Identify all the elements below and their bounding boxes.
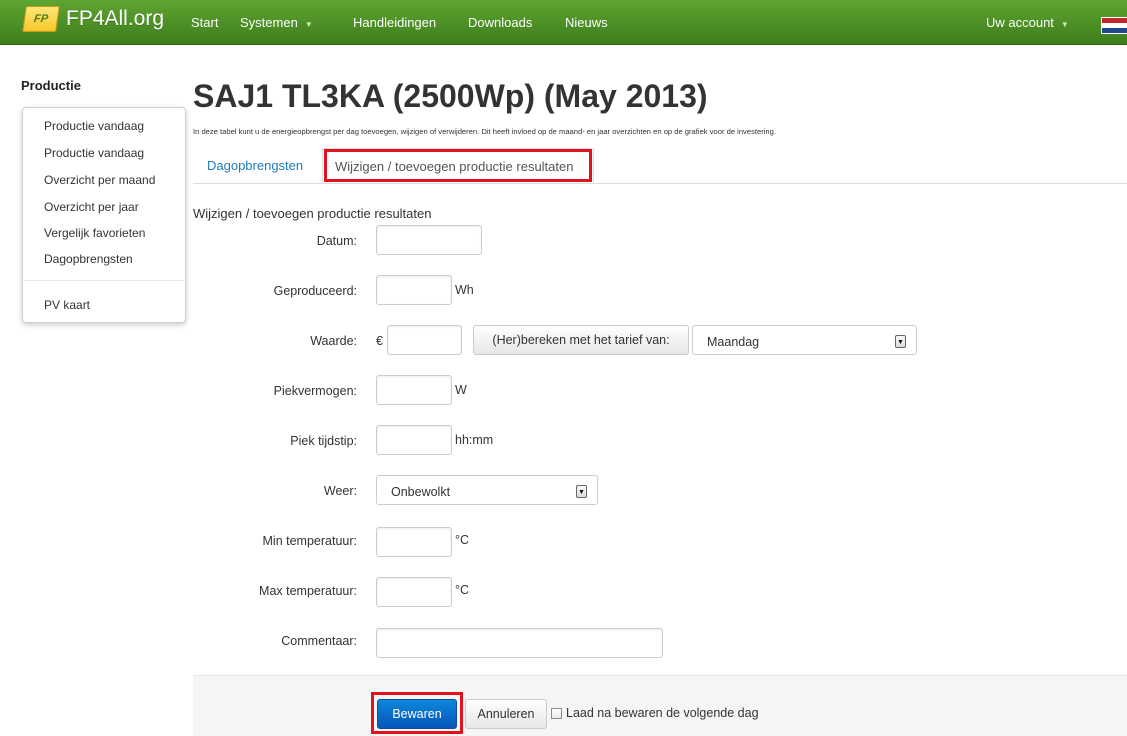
nav-downloads[interactable]: Downloads xyxy=(468,15,532,30)
chevron-down-icon: ▼ xyxy=(1060,20,1069,29)
dutch-flag-icon[interactable] xyxy=(1101,17,1127,34)
weer-label: Weer: xyxy=(323,484,357,498)
piekvermogen-input[interactable] xyxy=(376,375,452,405)
max-temperatuur-input[interactable] xyxy=(376,577,452,607)
commentaar-input[interactable] xyxy=(376,628,663,658)
tarief-select[interactable]: Maandag ▼ xyxy=(692,325,917,355)
sidebar-item-overzicht-maand[interactable]: Overzicht per maand xyxy=(44,173,155,187)
nav-nieuws[interactable]: Nieuws xyxy=(565,15,608,30)
sidebar-item-productie-vandaag-2[interactable]: Productie vandaag xyxy=(44,146,144,160)
weer-select[interactable]: Onbewolkt ▼ xyxy=(376,475,598,505)
waarde-input[interactable] xyxy=(387,325,462,355)
next-day-checkbox[interactable] xyxy=(551,708,562,719)
sidebar-item-productie-vandaag[interactable]: Productie vandaag xyxy=(44,119,144,133)
sidebar-divider xyxy=(24,280,184,281)
sidebar-item-vergelijk-favorieten[interactable]: Vergelijk favorieten xyxy=(44,226,145,240)
tarief-selected-value: Maandag xyxy=(707,335,760,349)
nav-start-label: Start xyxy=(191,15,219,30)
highlight-box-save xyxy=(371,692,463,734)
form-heading: Wijzigen / toevoegen productie resultate… xyxy=(193,206,432,221)
sidebar-item-pv-kaart[interactable]: PV kaart xyxy=(44,298,90,312)
sidebar-item-dagopbrengsten[interactable]: Dagopbrengsten xyxy=(44,252,133,266)
nav-start[interactable]: Start xyxy=(191,15,218,30)
max-temperatuur-unit: °C xyxy=(455,583,470,597)
recalculate-tariff-button[interactable]: (Her)bereken met het tarief van: xyxy=(473,325,689,355)
logo-text: FP xyxy=(33,13,49,25)
piek-tijdstip-label: Piek tijdstip: xyxy=(290,434,357,448)
page-description: In deze tabel kunt u de energieopbrengst… xyxy=(193,127,776,136)
tabs-baseline xyxy=(193,183,1127,184)
nav-handleidingen-label: Handleidingen xyxy=(353,15,437,30)
nav-downloads-label: Downloads xyxy=(468,15,533,30)
piek-tijdstip-unit: hh:mm xyxy=(455,433,494,447)
min-temperatuur-label: Min temperatuur: xyxy=(262,534,357,548)
sidebar-item-overzicht-jaar[interactable]: Overzicht per jaar xyxy=(44,200,139,214)
min-temperatuur-unit: °C xyxy=(455,533,470,547)
sidebar-title: Productie xyxy=(21,78,81,93)
weer-selected-value: Onbewolkt xyxy=(391,485,451,499)
nav-account[interactable]: Uw account ▼ xyxy=(986,15,1069,30)
chevron-down-icon: ▼ xyxy=(304,20,313,29)
next-day-checkbox-label[interactable]: Laad na bewaren de volgende dag xyxy=(566,706,759,720)
dropdown-arrow-icon: ▼ xyxy=(895,335,906,348)
dropdown-arrow-icon: ▼ xyxy=(576,485,587,498)
geproduceerd-label: Geproduceerd: xyxy=(273,284,357,298)
highlight-box-tab xyxy=(324,149,592,182)
nav-handleidingen[interactable]: Handleidingen xyxy=(353,15,436,30)
piekvermogen-unit: W xyxy=(455,383,467,397)
commentaar-label: Commentaar: xyxy=(281,634,357,648)
geproduceerd-input[interactable] xyxy=(376,275,452,305)
nav-systemen[interactable]: Systemen ▼ xyxy=(240,15,313,30)
datum-label: Datum: xyxy=(316,234,357,248)
currency-symbol: € xyxy=(376,334,383,348)
cancel-button[interactable]: Annuleren xyxy=(465,699,547,729)
min-temperatuur-input[interactable] xyxy=(376,527,452,557)
nav-account-label: Uw account xyxy=(986,15,1054,30)
tab-dagopbrengsten[interactable]: Dagopbrengsten xyxy=(207,148,303,184)
page-title: SAJ1 TL3KA (2500Wp) (May 2013) xyxy=(193,78,708,114)
datum-input[interactable] xyxy=(376,225,482,255)
geproduceerd-unit: Wh xyxy=(455,283,474,297)
sidebar-menu: Productie vandaag Productie vandaag Over… xyxy=(22,107,186,323)
brand-name: FP4All.org xyxy=(66,7,165,30)
top-navbar: FP FP4All.org Start Systemen ▼ Handleidin… xyxy=(0,0,1127,45)
piek-tijdstip-input[interactable] xyxy=(376,425,452,455)
brand[interactable]: FP FP4All.org xyxy=(22,6,165,32)
nav-systemen-label: Systemen xyxy=(240,15,298,30)
nav-nieuws-label: Nieuws xyxy=(565,15,608,30)
waarde-label: Waarde: xyxy=(310,334,357,348)
piekvermogen-label: Piekvermogen: xyxy=(273,384,357,398)
fp4all-logo-icon: FP xyxy=(22,6,60,32)
max-temperatuur-label: Max temperatuur: xyxy=(259,584,357,598)
